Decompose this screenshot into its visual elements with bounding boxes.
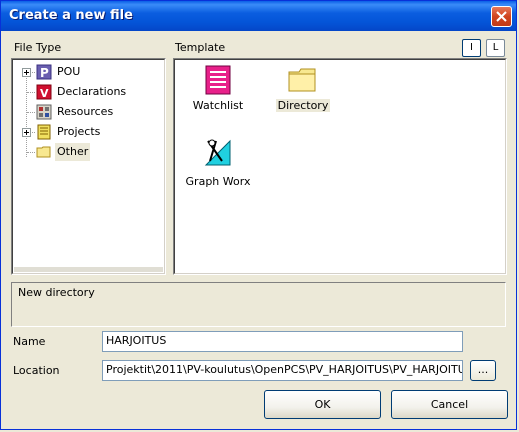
graph-worx-icon [204, 139, 231, 166]
window-title: Create a new file [9, 8, 133, 23]
description-text: New directory [18, 286, 95, 299]
browse-button[interactable]: ... [470, 360, 496, 381]
projects-icon [37, 124, 51, 140]
close-icon [496, 11, 507, 22]
title-bar[interactable]: Create a new file [1, 1, 516, 31]
template-label: Template [175, 41, 226, 54]
close-button[interactable] [491, 6, 512, 27]
view-list-button[interactable]: L [486, 39, 505, 57]
name-label: Name [13, 335, 46, 348]
tree-item-label: POU [57, 65, 81, 78]
expand-icon[interactable] [22, 68, 31, 77]
template-item-label: Directory [275, 99, 331, 112]
ok-button[interactable]: OK [264, 390, 381, 419]
create-file-dialog: Create a new file File Type Template I L… [0, 0, 517, 430]
folder-icon [288, 68, 316, 92]
tree-item-label: Declarations [57, 85, 127, 98]
name-input[interactable]: HARJOITUS [102, 331, 463, 352]
file-type-label: File Type [14, 41, 62, 54]
cancel-button[interactable]: Cancel [391, 390, 508, 419]
tree-item-label: Resources [57, 105, 114, 118]
expand-icon[interactable] [22, 128, 31, 137]
resources-icon [36, 104, 52, 120]
location-input[interactable]: Projektit\2011\PV-koulutus\OpenPCS\PV_HA… [102, 360, 463, 381]
tree-item-label: Projects [57, 125, 101, 138]
pou-icon: P [36, 64, 52, 80]
tree-item-label: Other [55, 143, 91, 161]
view-icons-button[interactable]: I [462, 39, 481, 57]
description-box: New directory [11, 282, 506, 327]
declarations-icon: V [36, 84, 52, 100]
svg-text:V: V [40, 87, 49, 100]
template-item-label: Watchlist [192, 99, 244, 112]
location-label: Location [13, 364, 60, 377]
file-type-tree[interactable]: P POU V Declarations Resources Projects … [11, 58, 166, 275]
folder-icon [36, 146, 51, 158]
template-item-label: Graph Worx [185, 175, 251, 188]
svg-text:P: P [40, 66, 49, 80]
horizontal-scrollbar[interactable] [14, 267, 163, 272]
watchlist-icon [205, 65, 231, 95]
template-list[interactable]: Watchlist Directory Graph Worx [173, 58, 507, 275]
